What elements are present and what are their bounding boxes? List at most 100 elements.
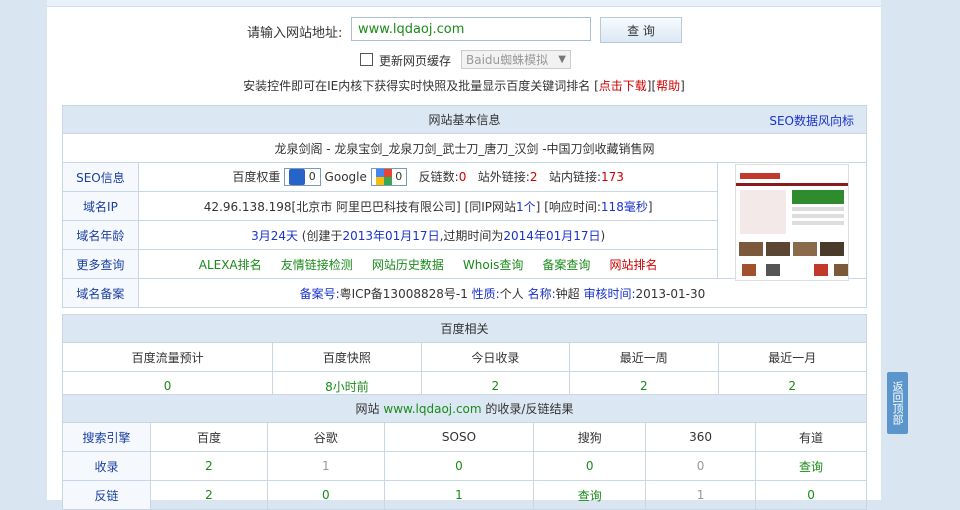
col-month: 最近一月 (717, 342, 867, 372)
backlinks-label: 反链数: (418, 169, 459, 184)
name-value: 钟超 (555, 286, 580, 301)
same-ip-post: ] (535, 199, 541, 214)
age-post: ) (600, 228, 606, 243)
age-value: 3月24天 (251, 228, 298, 243)
site-screenshot[interactable] (735, 164, 849, 281)
audit-label: 审核时间: (583, 286, 636, 301)
table-row: 收录 2 1 0 0 0 查询 (61, 451, 867, 481)
baidu-table: 百度相关 百度流量预计 百度快照 今日收录 最近一周 最近一月 0 8小时前 2… (61, 314, 867, 401)
baidu-weight-label: 百度权重 (232, 169, 281, 184)
col-snapshot: 百度快照 (272, 342, 422, 372)
site-rank-link[interactable]: 网站排名 (610, 258, 658, 272)
index-youdao[interactable]: 查询 (755, 451, 867, 481)
history-data-link[interactable]: 网站历史数据 (372, 258, 444, 272)
col-today: 今日收录 (420, 342, 571, 372)
domain-ip-label[interactable]: 域名IP (62, 191, 139, 221)
index-header: 网站 www.lqdaoj.com 的收录/反链结果 (62, 394, 867, 423)
alexa-link[interactable]: ALEXA排名 (199, 258, 262, 272)
ip-text: 42.96.138.198[北京市 阿里巴巴科技有限公司] (203, 199, 461, 214)
update-cache-label: 更新网页缓存 (379, 54, 452, 68)
backlink-google[interactable]: 0 (266, 480, 385, 510)
whois-link[interactable]: Whois查询 (463, 258, 523, 272)
external-links-value: 2 (529, 169, 538, 184)
same-ip-pre: [同IP网站 (464, 199, 517, 214)
internal-links-label: 站内链接: (548, 169, 601, 184)
query-button[interactable]: 查 询 (600, 17, 682, 43)
index-google[interactable]: 1 (266, 451, 385, 481)
top-bar (47, 0, 881, 7)
external-links-label: 站外链接: (477, 169, 530, 184)
backlink-360[interactable]: 1 (645, 480, 757, 510)
backlink-soso[interactable]: 1 (383, 480, 535, 510)
backlinks-value: 0 (458, 169, 467, 184)
col-traffic: 百度流量预计 (61, 342, 274, 372)
age-created: 2013年01月17日 (342, 228, 440, 243)
update-cache-checkbox[interactable] (360, 53, 373, 66)
google-icon (375, 169, 392, 186)
domain-ip-cell: 42.96.138.198[北京市 阿里巴巴科技有限公司] [同IP网站1个] … (137, 191, 719, 221)
backlink-baidu[interactable]: 2 (150, 480, 268, 510)
more-query-label[interactable]: 更多查询 (62, 249, 139, 279)
cache-row: 更新网页缓存 Baidu蜘蛛模拟 ▼ (47, 50, 881, 70)
index-sogou[interactable]: 0 (533, 451, 647, 481)
response-post: ] (647, 199, 653, 214)
icp-query-link[interactable]: 备案查询 (542, 258, 590, 272)
download-link[interactable]: 点击下载 (599, 79, 647, 93)
backlink-sogou[interactable]: 查询 (533, 480, 647, 510)
google-pr-badge[interactable]: 0 (370, 168, 408, 187)
search-row: 请输入网站地址: 查 询 (47, 17, 881, 43)
icp-no: 粤ICP备13008828号-1 (339, 286, 468, 301)
more-query-cell: ALEXA排名 友情链接检测 网站历史数据 Whois查询 备案查询 网站排名 (137, 249, 719, 279)
url-input[interactable] (351, 17, 591, 41)
spider-select-value: Baidu蜘蛛模拟 (466, 53, 549, 67)
icp-label[interactable]: 域名备案 (62, 278, 139, 308)
response-pre: [响应时间: (544, 199, 601, 214)
backlink-youdao[interactable]: 0 (755, 480, 867, 510)
friend-link-check[interactable]: 友情链接检测 (281, 258, 353, 272)
col-week: 最近一周 (569, 342, 719, 372)
name-label: 名称: (527, 286, 556, 301)
col-youdao: 有道 (755, 422, 867, 452)
help-link[interactable]: 帮助 (656, 79, 680, 93)
nature-value: 个人 (499, 286, 524, 301)
row-index-label: 收录 (61, 451, 152, 481)
age-expire-pre: ,过期时间为 (439, 228, 504, 243)
col-engine: 搜索引擎 (61, 422, 152, 452)
baidu-header: 百度相关 (62, 314, 867, 343)
col-google: 谷歌 (266, 422, 385, 452)
google-label: Google (324, 169, 367, 184)
same-ip-count[interactable]: 1个 (516, 200, 536, 214)
col-360: 360 (645, 422, 757, 452)
response-value: 118毫秒 (600, 199, 648, 214)
spider-select[interactable]: Baidu蜘蛛模拟 ▼ (461, 50, 571, 69)
table-row: 反链 2 0 1 查询 1 0 (61, 480, 867, 510)
index-soso[interactable]: 0 (383, 451, 535, 481)
col-sogou: 搜狗 (533, 422, 647, 452)
google-pr-value: 0 (395, 170, 403, 184)
search-label: 请输入网站地址: (247, 26, 343, 41)
index-header-site[interactable]: www.lqdaoj.com (383, 402, 481, 416)
internal-links-value: 173 (600, 169, 624, 184)
seo-info-label[interactable]: SEO信息 (62, 162, 139, 192)
install-text: 安装控件即可在IE内核下获得实时快照及批量显示百度关键词排名 (243, 79, 591, 93)
nature-label: 性质: (471, 286, 500, 301)
icp-cell: 备案号:粤ICP备13008828号-1 性质:个人 名称:钟超 审核时间:20… (137, 278, 868, 308)
basic-info-title: 网站基本信息 (428, 113, 501, 127)
back-to-top-button[interactable]: 返回顶部 (887, 372, 908, 434)
index-360[interactable]: 0 (645, 451, 757, 481)
index-baidu[interactable]: 2 (150, 451, 268, 481)
age-expire: 2014年01月17日 (503, 228, 601, 243)
site-title: 龙泉剑阁 - 龙泉宝剑_龙泉刀剑_武士刀_唐刀_汉剑 -中国刀剑收藏销售网 (62, 133, 867, 163)
col-soso: SOSO (383, 422, 535, 452)
index-header-post: 的收录/反链结果 (485, 402, 574, 416)
icp-no-label: 备案号: (299, 286, 340, 301)
age-created-pre: (创建于 (301, 228, 343, 243)
main-page: 请输入网站地址: 查 询 更新网页缓存 Baidu蜘蛛模拟 ▼ 安装控件即可在I… (47, 0, 881, 510)
baidu-weight-badge[interactable]: 🐾 0 (284, 168, 321, 187)
domain-age-cell: 3月24天 (创建于2013年01月17日,过期时间为2014年01月17日) (137, 220, 719, 250)
index-header-pre: 网站 (355, 402, 380, 416)
baidu-paw-icon: 🐾 (289, 169, 306, 186)
basic-info-header: 网站基本信息 SEO数据风向标 (62, 105, 867, 134)
seo-trend-link[interactable]: SEO数据风向标 (769, 112, 854, 129)
domain-age-label[interactable]: 域名年龄 (62, 220, 139, 250)
